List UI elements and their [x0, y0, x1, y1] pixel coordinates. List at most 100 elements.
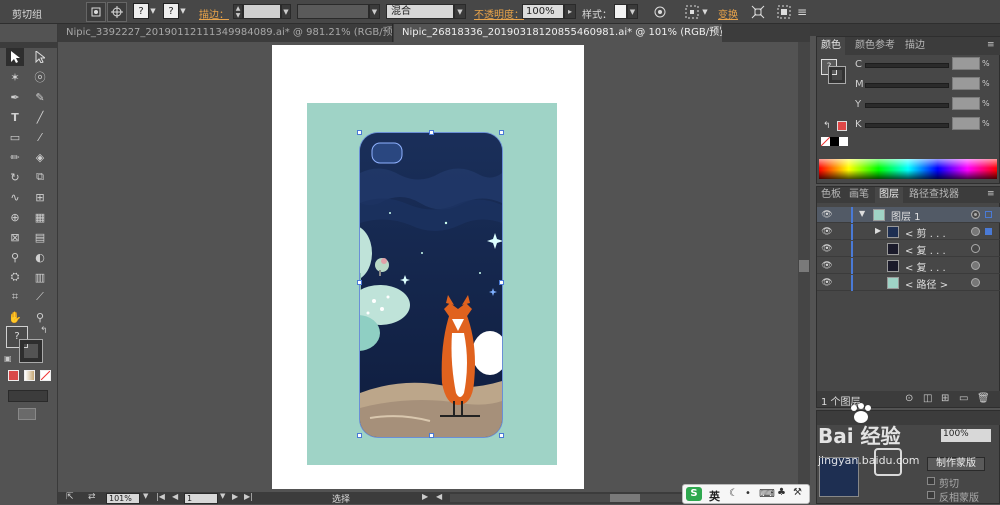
tools-icon[interactable]: ⚒	[793, 487, 802, 498]
white-swatch[interactable]	[839, 137, 848, 146]
eye-icon[interactable]: 👁	[821, 260, 833, 272]
swap-colors-icon[interactable]: ↰	[40, 326, 48, 336]
stroke-weight-input[interactable]	[243, 4, 281, 19]
brush-dropdown-arrow[interactable]: ▼	[454, 4, 466, 19]
style-dropdown[interactable]: ▼	[627, 4, 638, 19]
type-tool[interactable]: T	[6, 108, 24, 126]
target-circle-icon[interactable]	[971, 227, 980, 236]
opacity-label[interactable]: 不透明度：	[474, 6, 524, 21]
drawing-mode-button[interactable]	[8, 390, 48, 402]
fill-swatch-button[interactable]: ?	[133, 3, 149, 19]
selection-handle[interactable]	[429, 433, 434, 438]
free-transform-tool[interactable]: ⊞	[31, 188, 49, 206]
layer-row[interactable]: 👁 < 复 . . .	[817, 258, 1000, 274]
hand-tool[interactable]: ✋	[6, 308, 24, 326]
channel-y-slider[interactable]	[865, 103, 949, 108]
variable-width-arrow[interactable]: ▼	[369, 4, 380, 19]
channel-k-input[interactable]	[952, 117, 980, 130]
selection-handle[interactable]	[499, 280, 504, 285]
eye-icon[interactable]: 👁	[821, 243, 833, 255]
stroke-indicator[interactable]	[828, 66, 846, 84]
current-color-swatch[interactable]	[837, 121, 847, 131]
channel-m-input[interactable]	[952, 77, 980, 90]
gradient-tool[interactable]: ▤	[31, 228, 49, 246]
last-artboard-icon[interactable]: ▶|	[244, 492, 253, 501]
align-dropdown[interactable]: ▼	[700, 2, 710, 22]
selection-handle[interactable]	[357, 433, 362, 438]
keyboard-icon[interactable]: ⌨	[759, 487, 775, 500]
style-swatch[interactable]	[614, 4, 627, 19]
out-of-gamut-icon[interactable]: ↰	[823, 121, 831, 131]
eye-icon[interactable]: 👁	[821, 226, 833, 238]
slice-tool[interactable]: ⟋	[31, 288, 49, 306]
edit-contents-button[interactable]	[107, 2, 127, 22]
delete-layer-icon[interactable]: 🗑	[977, 393, 990, 404]
brush-dropdown[interactable]: 混合	[386, 4, 454, 19]
prev-artboard-icon[interactable]: ◀	[172, 492, 178, 501]
artboard-tool[interactable]: ⌗	[6, 288, 24, 306]
blend-tool[interactable]: ◐	[31, 248, 49, 266]
status-doc-icon[interactable]: ⇄	[88, 492, 96, 502]
screen-mode-button[interactable]	[18, 408, 36, 420]
new-sublayer-icon[interactable]: ⊞	[941, 393, 949, 404]
tab-color-guide[interactable]: 颜色参考	[851, 37, 899, 55]
selection-indicator[interactable]	[985, 211, 992, 218]
rotate-tool[interactable]: ↻	[6, 168, 24, 186]
eye-icon[interactable]: 👁	[821, 277, 833, 289]
fill-dropdown-button[interactable]: ▼	[148, 3, 158, 19]
perspective-grid-tool[interactable]: ▦	[31, 208, 49, 226]
tab-layers[interactable]: 图层	[875, 187, 903, 203]
selection-handle[interactable]	[357, 130, 362, 135]
target-circle-icon[interactable]	[971, 244, 980, 253]
stroke-dropdown-button[interactable]: ▼	[178, 3, 188, 19]
target-circle-icon[interactable]	[971, 261, 980, 270]
channel-k-slider[interactable]	[865, 123, 949, 128]
expand-icon[interactable]: ▼	[859, 209, 865, 218]
eraser-tool[interactable]: ◈	[31, 148, 49, 166]
punctuation-icon[interactable]: •	[745, 488, 751, 499]
shape-builder-tool[interactable]: ⊕	[6, 208, 24, 226]
tab-document-1[interactable]: Nipic_3392227_20190112111349984089.ai* @…	[58, 24, 393, 42]
isolate-group-button[interactable]	[86, 2, 106, 22]
symbol-sprayer-tool[interactable]: ⛭	[6, 268, 24, 286]
color-mode-button[interactable]	[8, 370, 19, 381]
stroke-weight-stepper[interactable]: ▲ ▼	[233, 4, 243, 19]
moon-icon[interactable]: ☾	[729, 488, 738, 499]
channel-m-slider[interactable]	[865, 83, 949, 88]
ime-language-label[interactable]: 英	[709, 488, 720, 504]
scale-tool[interactable]: ⧉	[31, 168, 49, 186]
paintbrush-tool[interactable]: ⁄	[31, 128, 49, 146]
selection-tool[interactable]	[6, 48, 24, 66]
hscroll-left-icon[interactable]: ◀	[436, 492, 442, 501]
locate-object-icon[interactable]: ⊙	[905, 393, 913, 404]
warp-tool[interactable]: ∿	[6, 188, 24, 206]
magic-wand-tool[interactable]: ✶	[6, 68, 24, 86]
zoom-dropdown-icon[interactable]: ▼	[143, 492, 148, 500]
mesh-tool[interactable]: ⊠	[6, 228, 24, 246]
canvas[interactable]	[58, 42, 798, 492]
make-clipping-mask-icon[interactable]: ◫	[923, 393, 932, 404]
tab-pathfinder[interactable]: 路径查找器	[905, 187, 963, 203]
status-menu-icon[interactable]: ▶	[422, 492, 428, 501]
color-spectrum[interactable]	[819, 159, 997, 179]
gradient-mode-button[interactable]	[24, 370, 35, 381]
scrollbar-thumb[interactable]	[799, 260, 809, 272]
first-artboard-icon[interactable]: |◀	[156, 492, 165, 501]
opacity-arrow[interactable]: ▸	[564, 4, 576, 19]
clip-checkbox[interactable]	[927, 477, 935, 485]
rectangle-tool[interactable]: ▭	[6, 128, 24, 146]
stroke-label[interactable]: 描边：	[199, 6, 229, 21]
channel-c-slider[interactable]	[865, 63, 949, 68]
eyedropper-tool[interactable]: ⚲	[6, 248, 24, 266]
recolor-button[interactable]	[650, 2, 670, 22]
target-circle-icon[interactable]	[971, 278, 980, 287]
align-button[interactable]	[682, 2, 702, 22]
channel-y-input[interactable]	[952, 97, 980, 110]
layer-row[interactable]: 👁 < 复 . . .	[817, 241, 1000, 257]
direct-selection-tool[interactable]	[31, 48, 49, 66]
layer-row[interactable]: 👁 ▶ < 剪 . . .	[817, 224, 1000, 240]
make-mask-button[interactable]: 制作蒙版	[927, 457, 985, 471]
ime-logo[interactable]: S	[686, 487, 702, 501]
transform-link[interactable]: 变换	[718, 6, 738, 21]
artboard-number-input[interactable]: 1	[184, 493, 218, 504]
